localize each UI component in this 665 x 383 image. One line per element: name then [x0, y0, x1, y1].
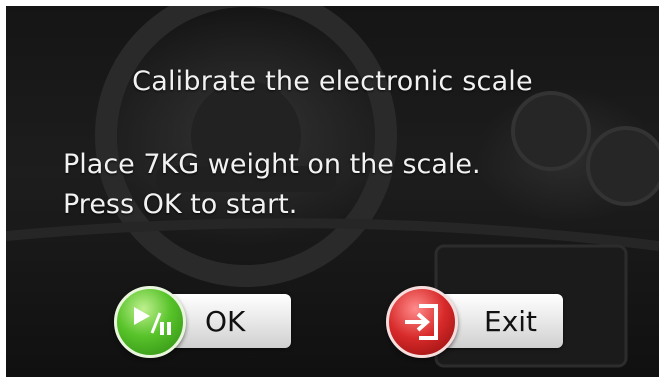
ok-button-label: OK	[205, 305, 246, 338]
exit-button-label: Exit	[484, 305, 538, 338]
calibration-screen: Calibrate the electronic scale Place 7KG…	[6, 6, 659, 377]
exit-button[interactable]: Exit	[386, 286, 563, 358]
play-pause-icon	[114, 286, 186, 358]
dialog-title: Calibrate the electronic scale	[132, 66, 533, 97]
ok-button[interactable]: OK	[114, 286, 291, 358]
instruction-line-1: Place 7KG weight on the scale.	[63, 149, 481, 180]
instruction-line-2: Press OK to start.	[63, 189, 298, 220]
exit-door-icon	[386, 286, 458, 358]
